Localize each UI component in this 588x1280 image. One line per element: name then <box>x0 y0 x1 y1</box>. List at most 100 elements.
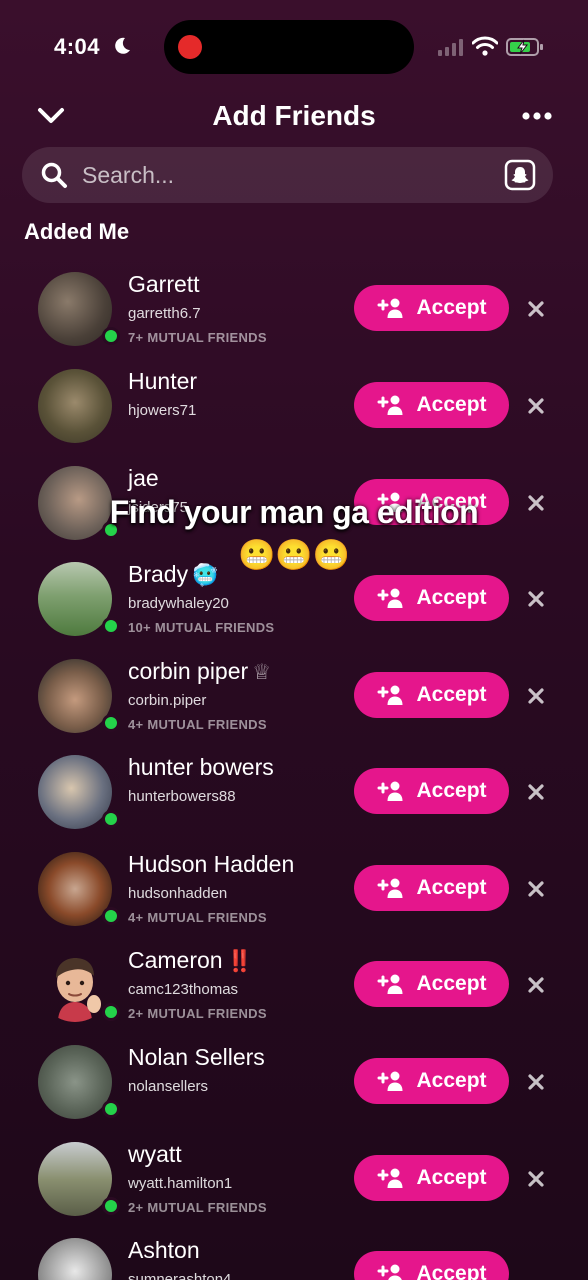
avatar[interactable] <box>38 659 112 733</box>
friend-request-row: Garrett garretth6.7 7+ MUTUAL FRIENDS Ac… <box>0 267 588 363</box>
add-friend-icon <box>377 588 403 608</box>
friend-request-row: Ashton sumnerashton4 Accept <box>0 1233 588 1280</box>
friend-name: Nolan Sellers <box>128 1044 265 1070</box>
accept-label: Accept <box>416 393 487 416</box>
overlay-caption: Find your man ga edition <box>109 494 479 530</box>
friend-request-row: Cameron ‼️ camc123thomas 2+ MUTUAL FRIEND… <box>0 943 588 1039</box>
friend-username: hjowers71 <box>128 402 197 419</box>
page-title: Add Friends <box>212 100 376 131</box>
recording-dot-icon <box>178 35 202 59</box>
accept-label: Accept <box>416 1166 487 1189</box>
avatar[interactable] <box>38 272 112 346</box>
accept-label: Accept <box>416 683 487 706</box>
add-friend-icon <box>377 974 403 994</box>
online-indicator <box>102 907 120 925</box>
mutual-friends-count: 4+ MUTUAL FRIENDS <box>128 910 267 925</box>
close-icon[interactable] <box>522 778 550 806</box>
friend-username: sumnerashton4 <box>128 1271 232 1280</box>
online-indicator <box>102 1003 120 1021</box>
add-friend-icon <box>377 395 403 415</box>
add-friend-icon <box>377 781 403 801</box>
online-indicator <box>102 617 120 635</box>
friend-request-row: Hudson Hadden hudsonhadden 4+ MUTUAL FRI… <box>0 847 588 943</box>
friend-name: Hunter <box>128 368 198 394</box>
friend-name: jae <box>128 465 159 491</box>
header: Add Friends <box>0 92 588 140</box>
friend-name: Garrett <box>128 271 200 297</box>
more-options-icon[interactable] <box>520 104 554 128</box>
status-bar: 4:04 <box>0 0 588 96</box>
accept-button[interactable]: Accept <box>354 1155 509 1201</box>
friend-name: Cameron ‼️ <box>128 947 253 973</box>
bitmoji-avatar[interactable] <box>38 948 112 1022</box>
mutual-friends-count: 2+ MUTUAL FRIENDS <box>128 1200 267 1215</box>
friend-name: wyatt <box>128 1141 182 1167</box>
friend-request-row: Hunter hjowers71 Accept <box>0 364 588 460</box>
accept-label: Accept <box>416 1262 487 1280</box>
accept-button[interactable]: Accept <box>354 1251 509 1280</box>
add-friend-icon <box>377 685 403 705</box>
close-icon[interactable] <box>522 392 550 420</box>
accept-button[interactable]: Accept <box>354 382 509 428</box>
mutual-friends-count: 2+ MUTUAL FRIENDS <box>128 1006 267 1021</box>
online-indicator <box>102 1197 120 1215</box>
avatar[interactable] <box>38 562 112 636</box>
friend-name: corbin piper ♕ <box>128 658 272 684</box>
online-indicator <box>102 810 120 828</box>
avatar[interactable] <box>38 852 112 926</box>
accept-button[interactable]: Accept <box>354 575 509 621</box>
online-indicator <box>102 327 120 345</box>
mutual-friends-count: 10+ MUTUAL FRIENDS <box>128 620 275 635</box>
avatar[interactable] <box>38 755 112 829</box>
accept-label: Accept <box>416 586 487 609</box>
close-icon[interactable] <box>522 971 550 999</box>
avatar[interactable] <box>38 369 112 443</box>
add-friend-icon <box>377 1264 403 1280</box>
close-icon[interactable] <box>522 585 550 613</box>
accept-label: Accept <box>416 1069 487 1092</box>
add-friend-icon <box>377 1071 403 1091</box>
accept-label: Accept <box>416 296 487 319</box>
accept-button[interactable]: Accept <box>354 672 509 718</box>
close-icon[interactable] <box>522 682 550 710</box>
accept-button[interactable]: Accept <box>354 768 509 814</box>
accept-label: Accept <box>416 876 487 899</box>
friend-name: hunter bowers <box>128 754 274 780</box>
section-title: Added Me <box>24 219 130 244</box>
snapcode-scan-icon[interactable] <box>504 159 536 191</box>
friend-request-row: wyatt wyatt.hamilton1 2+ MUTUAL FRIENDS … <box>0 1137 588 1233</box>
friend-username: wyatt.hamilton1 <box>128 1175 233 1192</box>
search-input[interactable] <box>82 155 482 195</box>
close-icon[interactable] <box>522 1165 550 1193</box>
status-time: 4:04 <box>54 34 101 59</box>
friend-username: nolansellers <box>128 1078 209 1095</box>
accept-button[interactable]: Accept <box>354 961 509 1007</box>
online-indicator <box>102 1100 120 1118</box>
bitmoji-icon <box>56 958 101 1022</box>
accept-label: Accept <box>416 779 487 802</box>
friend-request-row: hunter bowers hunterbowers88 Accept <box>0 750 588 846</box>
accept-button[interactable]: Accept <box>354 1058 509 1104</box>
friend-username: corbin.piper <box>128 692 207 709</box>
add-friend-icon <box>377 298 403 318</box>
close-icon[interactable] <box>522 1068 550 1096</box>
avatar[interactable] <box>38 1045 112 1119</box>
cellular-signal-icon <box>438 39 463 56</box>
friend-username: camc123thomas <box>128 981 239 998</box>
friend-request-row: corbin piper ♕ corbin.piper 4+ MUTUAL FRI… <box>0 654 588 750</box>
friend-username: hunterbowers88 <box>128 788 236 805</box>
accept-button[interactable]: Accept <box>354 285 509 331</box>
close-icon[interactable] <box>522 875 550 903</box>
close-icon[interactable] <box>522 295 550 323</box>
moon-icon <box>115 37 130 54</box>
friend-username: bradywhaley20 <box>128 595 229 612</box>
friend-username: garretth6.7 <box>128 305 201 322</box>
mutual-friends-count: 7+ MUTUAL FRIENDS <box>128 330 267 345</box>
dynamic-island <box>164 20 414 74</box>
friend-name: Hudson Hadden <box>128 851 295 877</box>
search-icon <box>41 162 67 188</box>
avatar[interactable] <box>38 1238 112 1280</box>
accept-button[interactable]: Accept <box>354 865 509 911</box>
avatar[interactable] <box>38 1142 112 1216</box>
friend-username: hudsonhadden <box>128 885 228 902</box>
